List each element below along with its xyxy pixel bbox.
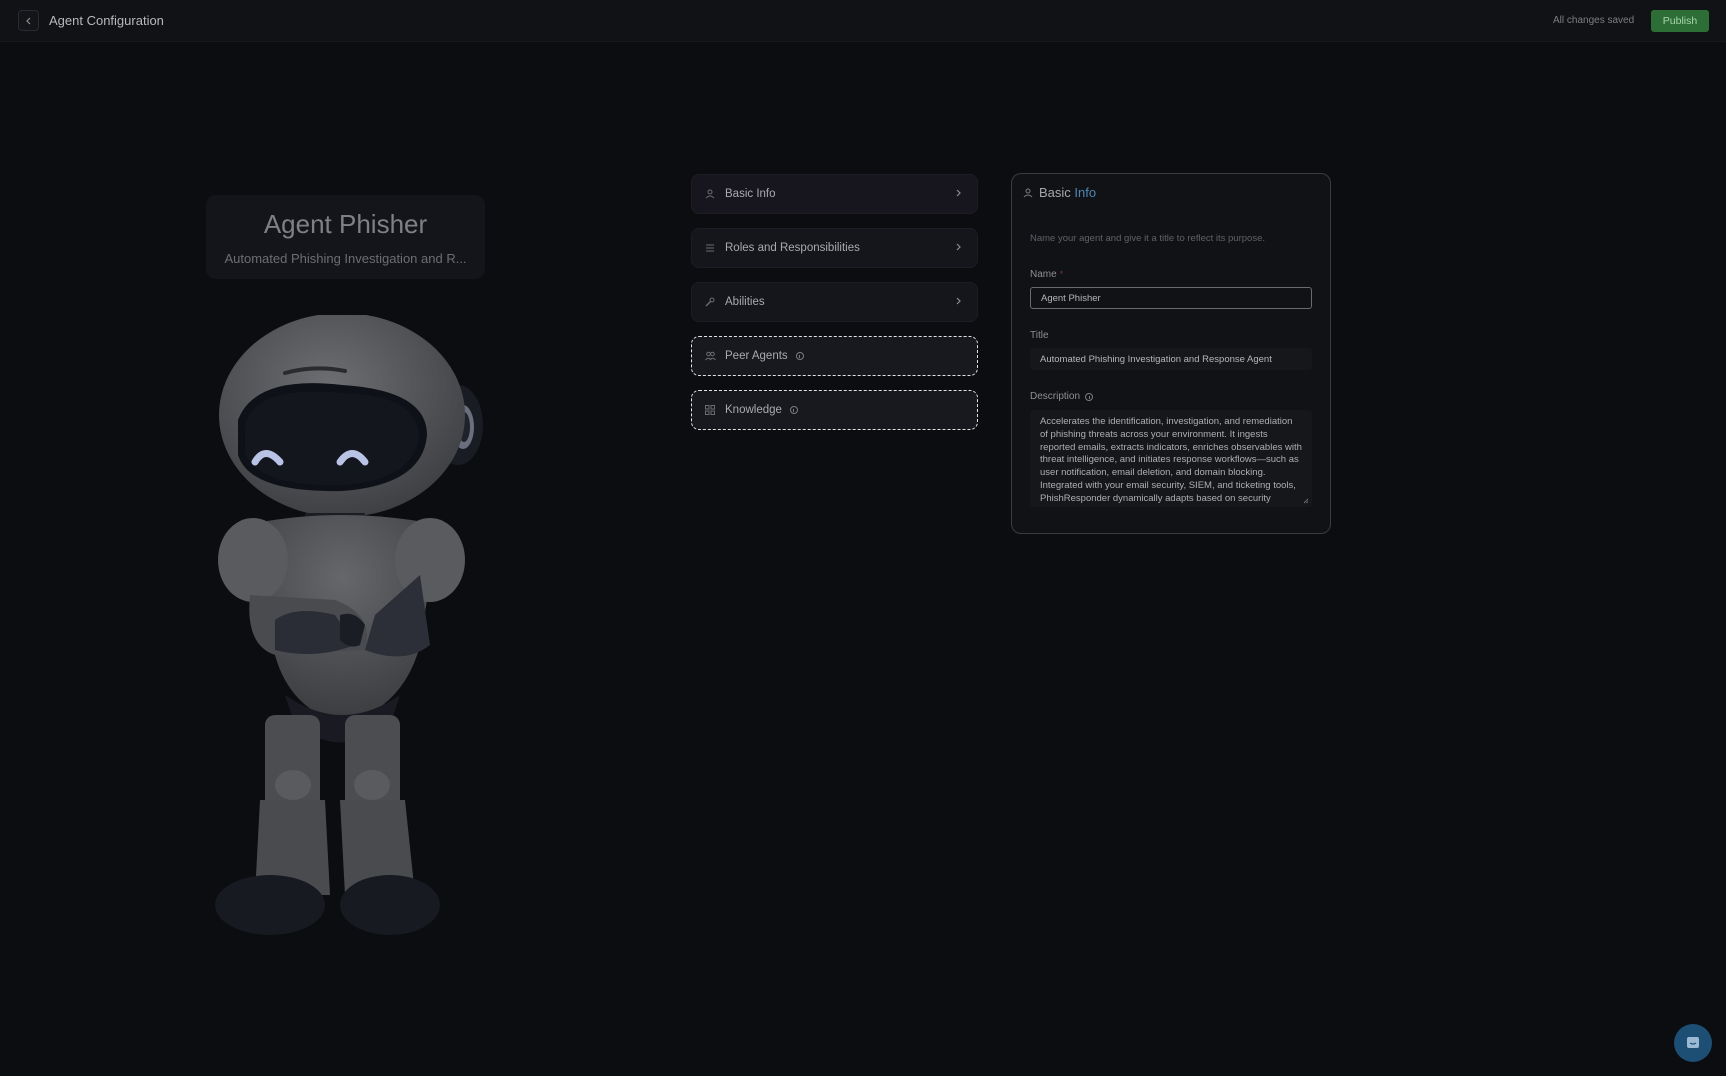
- page-title: Agent Configuration: [49, 13, 164, 28]
- info-icon[interactable]: [795, 352, 804, 360]
- name-label: Name *: [1030, 269, 1064, 280]
- chevron-right-icon: [956, 297, 961, 305]
- resize-handle-icon[interactable]: [1303, 498, 1309, 504]
- user-icon: [1023, 188, 1033, 197]
- users-icon: [704, 350, 716, 362]
- nav-item-label: Peer Agents: [725, 350, 788, 362]
- agent-card: Agent Phisher Automated Phishing Investi…: [206, 195, 485, 279]
- list-icon: [704, 242, 716, 254]
- basic-info-panel: Basic Info Name your agent and give it a…: [1011, 173, 1331, 534]
- panel-title: Basic Info: [1039, 185, 1097, 200]
- chat-icon: [1687, 1037, 1699, 1048]
- description-field[interactable]: Accelerates the identification, investig…: [1030, 410, 1312, 507]
- wrench-icon: [704, 296, 716, 308]
- nav-item-label: Basic Info: [725, 188, 776, 200]
- chevron-right-icon: [956, 243, 961, 251]
- panel-description: Name your agent and give it a title to r…: [1030, 233, 1265, 244]
- save-status: All changes saved: [1553, 15, 1635, 26]
- chat-button[interactable]: [1674, 1024, 1712, 1062]
- title-field[interactable]: Automated Phishing Investigation and Res…: [1030, 348, 1312, 370]
- nav-item-knowledge[interactable]: Knowledge: [691, 390, 978, 430]
- description-label: Description: [1030, 391, 1094, 402]
- nav-item-abilities[interactable]: Abilities: [691, 282, 978, 322]
- name-field[interactable]: Agent Phisher: [1030, 287, 1312, 309]
- nav-item-roles[interactable]: Roles and Responsibilities: [691, 228, 978, 268]
- user-icon: [704, 188, 716, 200]
- title-label: Title: [1030, 330, 1049, 341]
- back-button[interactable]: [18, 10, 39, 31]
- nav-item-basic-info[interactable]: Basic Info: [691, 174, 978, 214]
- grid-icon: [704, 404, 716, 416]
- top-bar: Agent Configuration All changes saved Pu…: [0, 0, 1726, 42]
- nav-item-peer-agents[interactable]: Peer Agents: [691, 336, 978, 376]
- nav-item-label: Abilities: [725, 296, 765, 308]
- nav-item-label: Knowledge: [725, 404, 782, 416]
- robot-illustration: [215, 315, 483, 935]
- agent-subtitle: Automated Phishing Investigation and R..…: [224, 251, 467, 266]
- chevron-right-icon: [956, 189, 961, 197]
- chevron-left-icon: [25, 17, 30, 24]
- nav-item-label: Roles and Responsibilities: [725, 242, 860, 254]
- publish-button[interactable]: Publish: [1651, 10, 1709, 32]
- info-icon[interactable]: [789, 406, 798, 414]
- agent-name: Agent Phisher: [263, 209, 428, 239]
- info-icon[interactable]: [1085, 392, 1094, 401]
- panel-header: Basic Info: [1023, 185, 1096, 200]
